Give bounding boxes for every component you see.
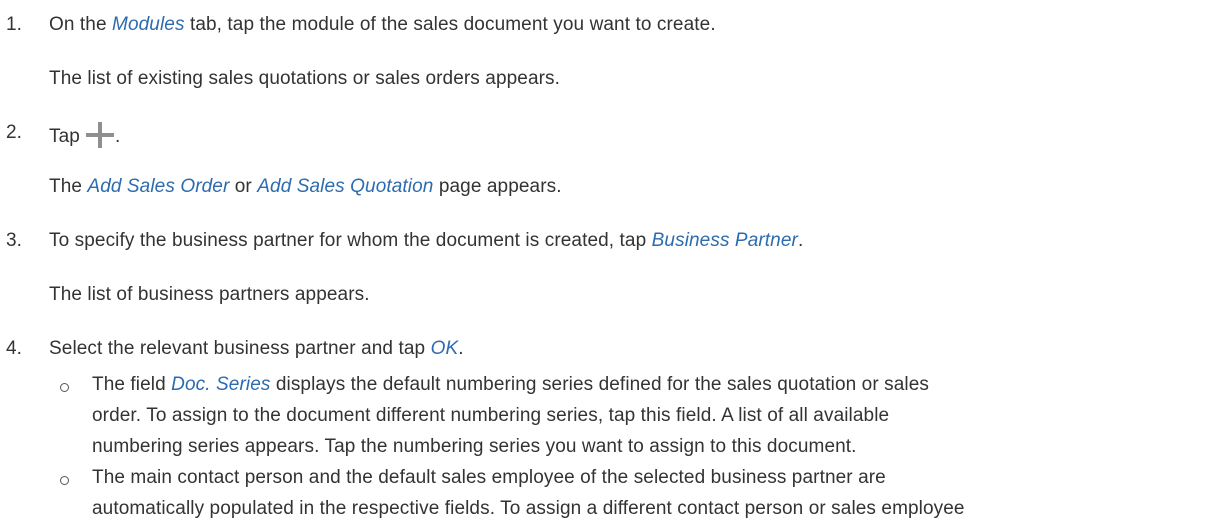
modules-link: Modules (112, 14, 185, 35)
step-number: 2. (6, 122, 23, 143)
bullet-2-line-1: The main contact person and the default … (92, 467, 886, 488)
bullet-2-line-2: automatically populated in the respectiv… (92, 498, 965, 519)
step-instruction: Select the relevant business partner and… (49, 338, 464, 359)
plus-icon (85, 122, 114, 148)
step-1-result: The list of existing sales quotations or… (49, 68, 561, 89)
step-number: 3. (6, 230, 23, 251)
add-sales-order-link: Add Sales Order (87, 176, 230, 197)
bullet-marker (60, 383, 69, 392)
step-2-result: The Add Sales Order or Add Sales Quotati… (49, 176, 562, 197)
step-number: 1. (6, 14, 23, 35)
step-instruction: To specify the business partner for whom… (49, 230, 804, 251)
step-number: 4. (6, 338, 23, 359)
bullet-1-line-2: order. To assign to the document differe… (92, 405, 890, 426)
business-partner-link: Business Partner (651, 230, 798, 251)
doc-series-link: Doc. Series (171, 374, 271, 395)
bullet-1-line-3: numbering series appears. Tap the number… (92, 436, 857, 457)
step-instruction: On the Modules tab, tap the module of th… (49, 14, 716, 35)
step-instruction: Tap. (49, 122, 120, 148)
add-sales-quotation-link: Add Sales Quotation (257, 176, 434, 197)
ok-link: OK (430, 338, 459, 359)
bullet-1-line-1: The field Doc. Series displays the defau… (92, 374, 929, 395)
bullet-marker (60, 476, 69, 485)
step-3-result: The list of business partners appears. (49, 284, 370, 305)
